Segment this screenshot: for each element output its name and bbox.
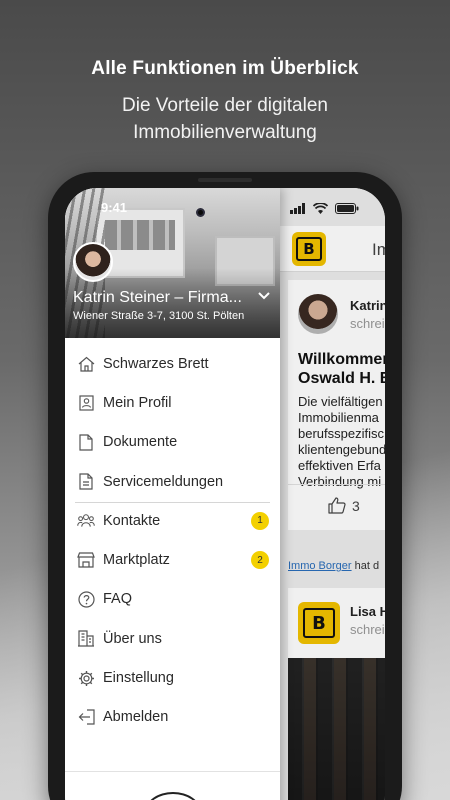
promo-subline-line-1: Die Vorteile der digitalen (122, 95, 328, 116)
drawer-footer-divider (65, 771, 280, 772)
phone-speaker (198, 178, 252, 182)
question-icon (77, 590, 95, 608)
menu-item-label: FAQ (103, 591, 133, 608)
menu-item-ueber-uns[interactable]: Über uns (65, 619, 280, 658)
navigation-drawer: 9:41 Katrin Steiner – Firma... Wiener St… (65, 188, 280, 800)
menu-item-abmelden[interactable]: Abmelden (65, 698, 280, 737)
menu-item-faq[interactable]: FAQ (65, 580, 280, 619)
drawer-header: 9:41 Katrin Steiner – Firma... Wiener St… (65, 188, 280, 338)
menu-item-label: Mein Profil (103, 394, 172, 411)
logout-icon (77, 708, 95, 726)
service-report-icon (77, 473, 95, 491)
drawer-overlay[interactable] (280, 188, 385, 800)
user-avatar[interactable] (73, 242, 113, 282)
profile-card-icon (77, 394, 95, 412)
contacts-icon (77, 512, 95, 530)
front-camera (196, 208, 205, 217)
menu-item-label: Einstellung (103, 670, 174, 687)
promo-subline-line-2: Immobilienverwaltung (133, 122, 317, 143)
user-name[interactable]: Katrin Steiner – Firma... (73, 289, 242, 307)
user-address: Wiener Straße 3-7, 3100 St. Pölten (73, 310, 245, 322)
menu-item-einstellung[interactable]: Einstellung (65, 658, 280, 697)
menu-item-dokumente[interactable]: Dokumente (65, 423, 280, 462)
menu-item-label: Marktplatz (103, 552, 170, 569)
menu-item-label: Kontakte (103, 512, 161, 529)
menu-item-label: Schwarzes Brett (103, 355, 209, 372)
notification-badge: 1 (251, 511, 269, 530)
home-icon (77, 355, 95, 373)
menu-item-marktplatz[interactable]: Marktplatz 2 (65, 540, 280, 579)
promo-headline: Alle Funktionen im Überblick (91, 58, 359, 79)
menu-item-schwarzes-brett[interactable]: Schwarzes Brett (65, 344, 280, 383)
promo-subline: Die Vorteile der digitalen Immobilienver… (0, 92, 450, 146)
menu-item-label: Dokumente (103, 434, 178, 451)
chevron-down-icon[interactable] (258, 289, 270, 303)
drawer-menu: Schwarzes Brett Mein Profil Dokumente Se… (65, 338, 280, 737)
menu-item-label: Abmelden (103, 709, 169, 726)
menu-item-label: Über uns (103, 630, 162, 647)
building-icon (77, 630, 95, 648)
menu-item-label: Servicemeldungen (103, 473, 224, 490)
gear-icon (77, 669, 95, 687)
drawer-footer-logo-icon (145, 792, 201, 800)
notification-badge: 2 (251, 551, 269, 570)
menu-item-servicemeldungen[interactable]: Servicemeldungen (65, 462, 280, 501)
menu-item-kontakte[interactable]: Kontakte 1 (65, 501, 280, 540)
store-icon (77, 551, 95, 569)
phone-frame: B Im Katrin schreib Willkommen Oswald H.… (48, 172, 402, 800)
document-icon (77, 433, 95, 451)
status-time: 9:41 (101, 200, 128, 215)
menu-item-mein-profil[interactable]: Mein Profil (65, 383, 280, 422)
phone-screen: B Im Katrin schreib Willkommen Oswald H.… (65, 188, 385, 800)
